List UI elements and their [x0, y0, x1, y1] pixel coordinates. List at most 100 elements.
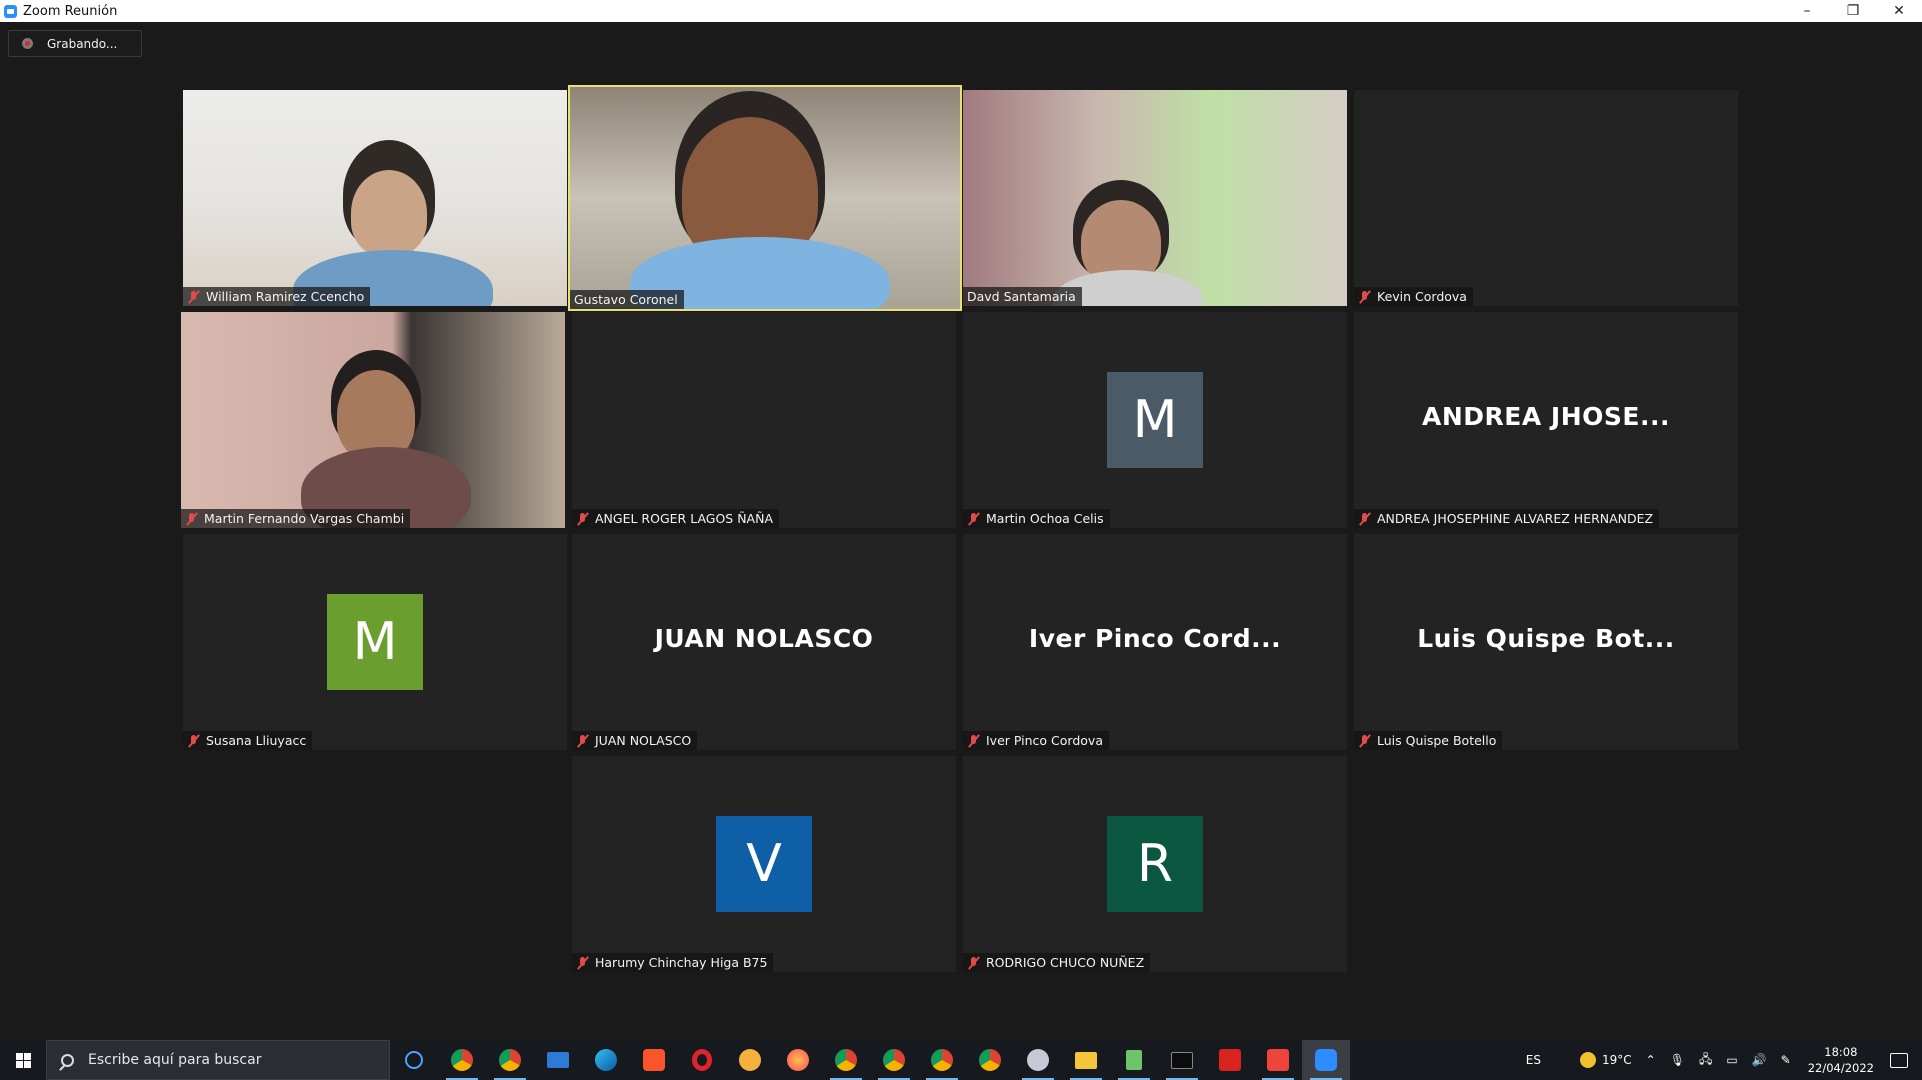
mic-muted-icon — [967, 512, 981, 526]
participant-tile[interactable]: V Harumy Chinchay Higa B75 — [572, 756, 956, 972]
participant-name: Iver Pinco Cordova — [986, 733, 1103, 748]
participant-video — [183, 90, 567, 306]
participant-nametag: ANGEL ROGER LAGOS ÑAÑA — [572, 509, 780, 528]
window-controls: – ❐ ✕ — [1784, 0, 1922, 22]
mic-muted-icon — [1358, 290, 1372, 304]
file-explorer-icon[interactable] — [1062, 1040, 1110, 1080]
participant-avatar: M — [1107, 372, 1203, 468]
participant-nametag: Davd Santamaria — [963, 287, 1082, 306]
acrobat-icon[interactable] — [1206, 1040, 1254, 1080]
chrome-icon[interactable] — [438, 1040, 486, 1080]
edge-icon[interactable] — [582, 1040, 630, 1080]
participant-display-name: Iver Pinco Cord... — [1028, 624, 1282, 653]
chrome-profile-2-icon[interactable] — [822, 1040, 870, 1080]
participant-name: Luis Quispe Botello — [1377, 733, 1497, 748]
brave-icon[interactable] — [630, 1040, 678, 1080]
recording-indicator[interactable]: Grabando... — [8, 30, 142, 57]
participant-tile[interactable]: M Susana Lliuyacc — [183, 534, 567, 750]
mic-muted-icon — [185, 512, 199, 526]
window-title: Zoom Reunión — [23, 3, 118, 19]
participant-tile[interactable]: William Ramirez Ccencho — [183, 90, 567, 306]
participant-avatar: M — [327, 594, 423, 690]
mic-muted-icon — [967, 734, 981, 748]
search-placeholder: Escribe aquí para buscar — [88, 1052, 262, 1068]
window-titlebar: Zoom Reunión – ❐ ✕ — [0, 0, 1922, 22]
participant-tile[interactable]: M Martin Ochoa Celis — [963, 312, 1347, 528]
participant-tile[interactable]: Kevin Cordova — [1354, 90, 1738, 306]
pen-icon[interactable]: ✎ — [1781, 1053, 1791, 1067]
participant-tile[interactable]: R RODRIGO CHUCO NUÑEZ — [963, 756, 1347, 972]
taskbar-clock[interactable]: 18:08 22/04/2022 — [1808, 1044, 1874, 1076]
volume-icon[interactable]: 🔊 — [1752, 1053, 1767, 1067]
restore-button[interactable]: ❐ — [1830, 0, 1876, 22]
mic-muted-icon — [1358, 512, 1372, 526]
participant-nametag: Luis Quispe Botello — [1354, 731, 1503, 750]
participant-name: Martin Fernando Vargas Chambi — [204, 511, 405, 526]
anydesk-icon[interactable] — [1254, 1040, 1302, 1080]
participant-tile[interactable]: Martin Fernando Vargas Chambi — [181, 312, 565, 528]
terminal-icon[interactable] — [1158, 1040, 1206, 1080]
chrome-profile-4-icon[interactable] — [918, 1040, 966, 1080]
bird-app-icon[interactable] — [1014, 1040, 1062, 1080]
participant-tile[interactable]: ANDREA JHOSE... ANDREA JHOSEPHINE ALVARE… — [1354, 312, 1738, 528]
participant-name: Martin Ochoa Celis — [986, 511, 1104, 526]
chevron-up-icon[interactable]: ⌃ — [1646, 1053, 1656, 1067]
zoom-icon[interactable] — [1302, 1040, 1350, 1080]
participant-tile[interactable]: JUAN NOLASCO JUAN NOLASCO — [572, 534, 956, 750]
participant-name: JUAN NOLASCO — [595, 733, 692, 748]
weather-icon — [1580, 1052, 1596, 1068]
notepad-icon[interactable] — [1110, 1040, 1158, 1080]
microphone-icon[interactable]: 🎙 — [1670, 1053, 1685, 1067]
mic-muted-icon — [967, 956, 981, 970]
cortana-icon[interactable] — [390, 1040, 438, 1080]
participant-name: ANGEL ROGER LAGOS ÑAÑA — [595, 511, 774, 526]
windows-logo-icon — [15, 1052, 31, 1068]
minimize-button[interactable]: – — [1784, 0, 1830, 22]
participant-display-name: Luis Quispe Bot... — [1417, 624, 1675, 653]
participant-nametag: Gustavo Coronel — [570, 290, 684, 309]
participant-name: William Ramirez Ccencho — [206, 289, 365, 304]
battery-icon[interactable]: ▭ — [1726, 1053, 1737, 1067]
mic-muted-icon — [187, 290, 201, 304]
chrome-profile-icon[interactable] — [486, 1040, 534, 1080]
search-icon — [61, 1053, 74, 1067]
weather-temperature: 19°C — [1602, 1053, 1632, 1067]
participant-tile[interactable]: ANGEL ROGER LAGOS ÑAÑA — [572, 312, 956, 528]
recording-label: Grabando... — [47, 36, 118, 51]
participant-nametag: Iver Pinco Cordova — [963, 731, 1109, 750]
participant-name: Susana Lliuyacc — [206, 733, 307, 748]
chrome-profile-3-icon[interactable] — [870, 1040, 918, 1080]
participant-display-name: ANDREA JHOSE... — [1422, 402, 1670, 431]
network-icon[interactable]: 🖧 — [1699, 1050, 1712, 1071]
language-indicator[interactable]: ES — [1526, 1053, 1541, 1067]
close-button[interactable]: ✕ — [1876, 0, 1922, 22]
participant-name: Kevin Cordova — [1377, 289, 1467, 304]
weather-widget[interactable]: 19°C — [1580, 1052, 1632, 1068]
participant-tile[interactable]: Davd Santamaria — [963, 90, 1347, 306]
participant-name: Harumy Chinchay Higa B75 — [595, 955, 768, 970]
tor-icon[interactable] — [726, 1040, 774, 1080]
firefox-icon[interactable] — [774, 1040, 822, 1080]
mic-muted-icon — [1358, 734, 1372, 748]
windows-taskbar: Escribe aquí para buscar ES 19°C ⌃ 🎙 🖧 ▭… — [0, 1040, 1922, 1080]
participant-display-name: JUAN NOLASCO — [654, 624, 874, 653]
clock-date: 22/04/2022 — [1807, 1061, 1874, 1075]
participant-name: RODRIGO CHUCO NUÑEZ — [986, 955, 1145, 970]
participant-nametag: Kevin Cordova — [1354, 287, 1473, 306]
start-button[interactable] — [0, 1040, 46, 1080]
participant-tile[interactable]: Iver Pinco Cord... Iver Pinco Cordova — [963, 534, 1347, 750]
participant-nametag: Martin Ochoa Celis — [963, 509, 1110, 528]
participant-nametag: JUAN NOLASCO — [572, 731, 698, 750]
chrome-profile-5-icon[interactable] — [966, 1040, 1014, 1080]
participant-video — [570, 87, 960, 309]
participant-name: ANDREA JHOSEPHINE ALVAREZ HERNANDEZ — [1377, 511, 1654, 526]
mail-icon[interactable] — [534, 1040, 582, 1080]
taskbar-search[interactable]: Escribe aquí para buscar — [46, 1040, 390, 1080]
participant-tile-active-speaker[interactable]: Gustavo Coronel — [568, 85, 962, 311]
participant-tile[interactable]: Luis Quispe Bot... Luis Quispe Botello — [1354, 534, 1738, 750]
participant-nametag: Susana Lliuyacc — [183, 731, 313, 750]
mic-muted-icon — [576, 734, 590, 748]
participant-nametag: RODRIGO CHUCO NUÑEZ — [963, 953, 1151, 972]
notification-center-icon[interactable] — [1890, 1052, 1908, 1068]
opera-icon[interactable] — [678, 1040, 726, 1080]
